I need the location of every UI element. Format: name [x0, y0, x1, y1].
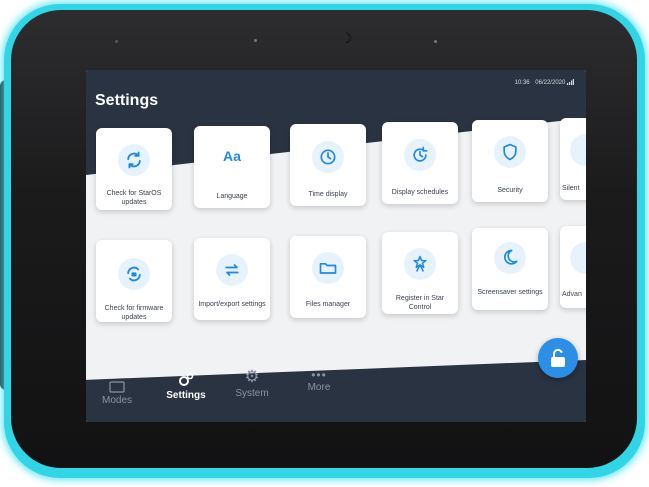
advanced-icon [570, 242, 586, 274]
gears-icon [179, 372, 194, 386]
card-check-firmware-updates[interactable]: Check for firmware updates [96, 240, 172, 322]
nav-item-more[interactable]: ••• More [304, 368, 334, 393]
nav-label-modes: Modes [101, 395, 132, 406]
gear-icon: ⚙ [244, 367, 260, 387]
card-check-staros-updates[interactable]: Check for StarOS updates [96, 128, 172, 210]
sensor-dot [434, 40, 437, 43]
nav-item-settings[interactable]: Settings [165, 372, 207, 401]
card-label: Import/export settings [198, 301, 266, 308]
card-label: Silent [562, 185, 580, 192]
card-language[interactable]: Aa Language [194, 126, 270, 208]
status-date: 06/22/2020 [535, 80, 566, 86]
card-label: Time display [308, 191, 348, 198]
swap-icon [216, 254, 248, 286]
card-label: Screensaver settings [477, 289, 543, 296]
card-label: Advan [562, 291, 582, 298]
card-label: Security [497, 187, 523, 194]
status-bar: 10:36 06/22/2020 [511, 79, 574, 86]
page-title: Settings [95, 92, 159, 109]
status-time: 10:36 [514, 80, 530, 86]
card-security[interactable]: Security [472, 120, 548, 202]
device-screen: 10:36 06/22/2020 Settings Check for Star… [86, 70, 586, 422]
unlock-button[interactable] [538, 338, 578, 378]
nav-label-settings: Settings [166, 390, 206, 401]
card-label: Display schedules [391, 189, 449, 196]
card-label: Files manager [305, 301, 351, 308]
card-label: Language [216, 193, 248, 200]
language-icon: Aa [223, 148, 241, 164]
card-label: Check for firmware updates [104, 305, 164, 321]
schedule-icon [404, 139, 436, 171]
card-label: Register in Star Control [395, 295, 445, 311]
clock-icon [312, 141, 344, 173]
card-label: Check for StarOS updates [106, 190, 162, 206]
card-screensaver-settings[interactable]: Screensaver settings [472, 228, 548, 310]
shield-icon [494, 136, 526, 168]
card-time-display[interactable]: Time display [290, 124, 366, 206]
card-files-manager[interactable]: Files manager [290, 236, 366, 318]
nav-item-modes[interactable]: Modes [100, 381, 134, 406]
sensor-dot [115, 40, 118, 43]
silent-icon [570, 134, 586, 166]
unlock-icon [551, 348, 565, 367]
card-silent[interactable]: Silent [560, 118, 586, 200]
refresh-icon [118, 144, 150, 176]
card-advanced[interactable]: Advan [560, 226, 586, 308]
nav-label-more: More [307, 382, 331, 393]
more-dots-icon: ••• [311, 368, 327, 382]
firmware-update-icon [118, 258, 150, 290]
folder-icon [312, 252, 344, 284]
card-display-schedules[interactable]: Display schedules [382, 122, 458, 204]
nav-item-system[interactable]: ⚙ System [234, 368, 270, 399]
bottom-nav [86, 360, 586, 422]
signal-icon [567, 79, 574, 85]
star-tower-icon [404, 248, 436, 280]
card-import-export-settings[interactable]: Import/export settings [194, 238, 270, 320]
card-register-star-control[interactable]: Register in Star Control [382, 232, 458, 314]
moon-icon [494, 242, 526, 274]
modes-icon [109, 381, 125, 393]
nav-label-system: System [235, 388, 269, 399]
camera-icon: ☽ [340, 31, 353, 47]
sensor-dot [254, 39, 257, 42]
